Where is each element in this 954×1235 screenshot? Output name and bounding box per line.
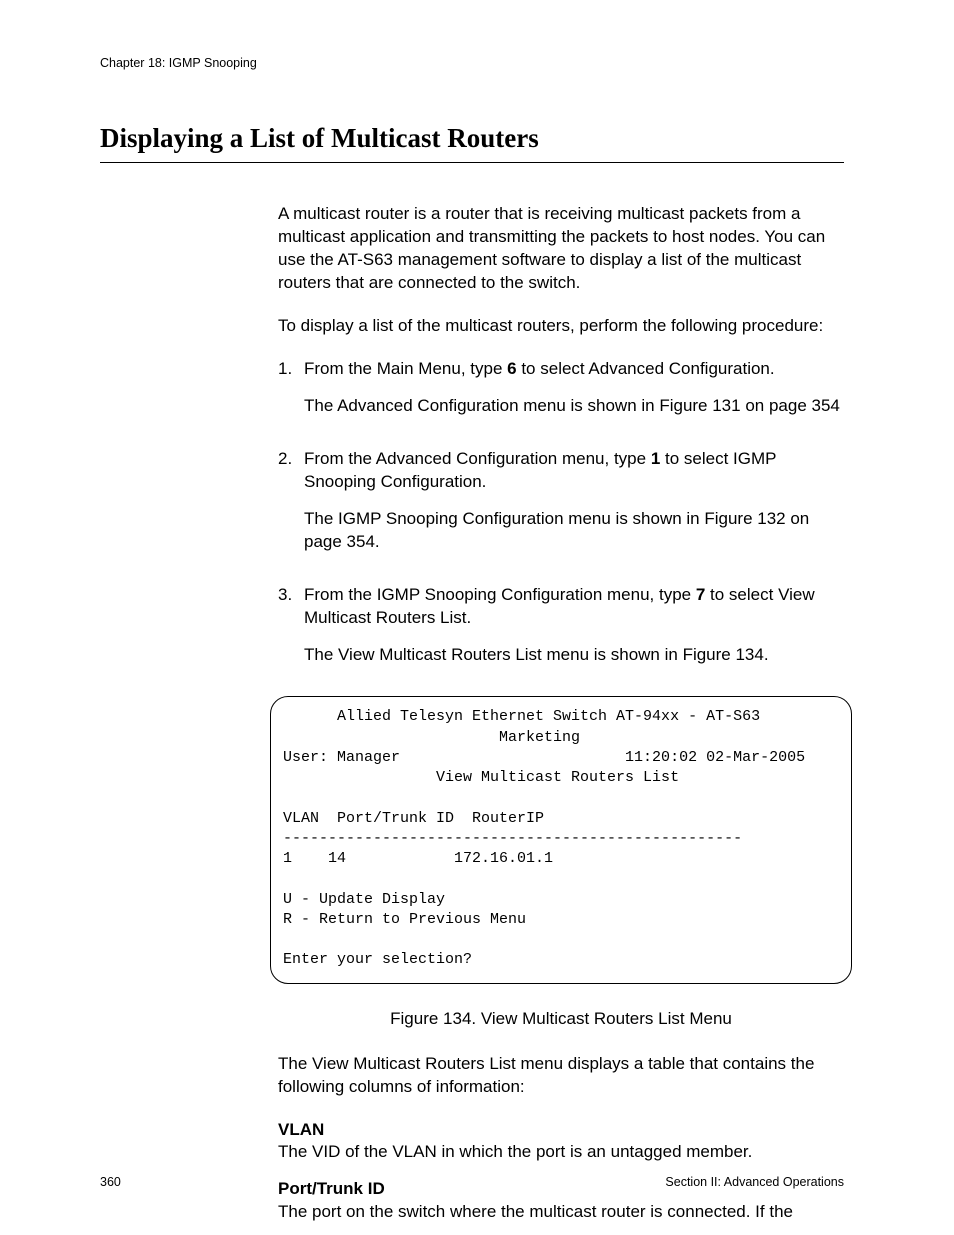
- body-column: A multicast router is a router that is r…: [278, 203, 844, 1224]
- step-body: From the Advanced Configuration menu, ty…: [304, 448, 844, 568]
- term-line: Enter your selection?: [283, 951, 472, 968]
- definition-desc: The port on the switch where the multica…: [278, 1201, 844, 1224]
- figure-caption: Figure 134. View Multicast Routers List …: [278, 1008, 844, 1031]
- term-line: ----------------------------------------…: [283, 830, 742, 847]
- term-line: View Multicast Routers List: [283, 769, 679, 786]
- term-line: VLAN Port/Trunk ID RouterIP: [283, 810, 544, 827]
- section-label: Section II: Advanced Operations: [665, 1174, 844, 1191]
- step-text: From the IGMP Snooping Configuration men…: [304, 585, 696, 604]
- definition-desc: The VID of the VLAN in which the port is…: [278, 1141, 844, 1164]
- step-body: From the Main Menu, type 6 to select Adv…: [304, 358, 840, 432]
- step-body: From the IGMP Snooping Configuration men…: [304, 584, 844, 681]
- step-number: 1.: [278, 358, 304, 432]
- page-title: Displaying a List of Multicast Routers: [100, 120, 844, 163]
- term-line: Marketing: [283, 729, 580, 746]
- after-paragraph: The View Multicast Routers List menu dis…: [278, 1053, 844, 1099]
- term-line: User: Manager 11:20:02 02-Mar-2005: [283, 749, 805, 766]
- step-2: 2. From the Advanced Configuration menu,…: [278, 448, 844, 568]
- page-number: 360: [100, 1175, 121, 1189]
- term-line: 1 14 172.16.01.1: [283, 850, 553, 867]
- terminal-output: Allied Telesyn Ethernet Switch AT-94xx -…: [270, 696, 852, 983]
- step-number: 3.: [278, 584, 304, 681]
- page: Chapter 18: IGMP Snooping Displaying a L…: [0, 0, 954, 1235]
- term-line: U - Update Display: [283, 891, 445, 908]
- step-follow: The IGMP Snooping Configuration menu is …: [304, 508, 844, 554]
- step-text: From the Main Menu, type: [304, 359, 507, 378]
- key-6: 6: [507, 359, 516, 378]
- step-number: 2.: [278, 448, 304, 568]
- step-text: to select Advanced Configuration.: [517, 359, 775, 378]
- definition-term-vlan: VLAN: [278, 1119, 844, 1142]
- step-follow: The View Multicast Routers List menu is …: [304, 644, 844, 667]
- key-1: 1: [651, 449, 660, 468]
- procedure-lead-in: To display a list of the multicast route…: [278, 315, 844, 338]
- running-header: Chapter 18: IGMP Snooping: [100, 55, 844, 72]
- step-1: 1. From the Main Menu, type 6 to select …: [278, 358, 844, 432]
- intro-paragraph: A multicast router is a router that is r…: [278, 203, 844, 295]
- term-line: R - Return to Previous Menu: [283, 911, 526, 928]
- step-3: 3. From the IGMP Snooping Configuration …: [278, 584, 844, 681]
- page-footer: 360 Section II: Advanced Operations: [100, 1174, 844, 1191]
- key-7: 7: [696, 585, 705, 604]
- step-follow: The Advanced Configuration menu is shown…: [304, 395, 840, 418]
- term-line: Allied Telesyn Ethernet Switch AT-94xx -…: [283, 708, 760, 725]
- step-text: From the Advanced Configuration menu, ty…: [304, 449, 651, 468]
